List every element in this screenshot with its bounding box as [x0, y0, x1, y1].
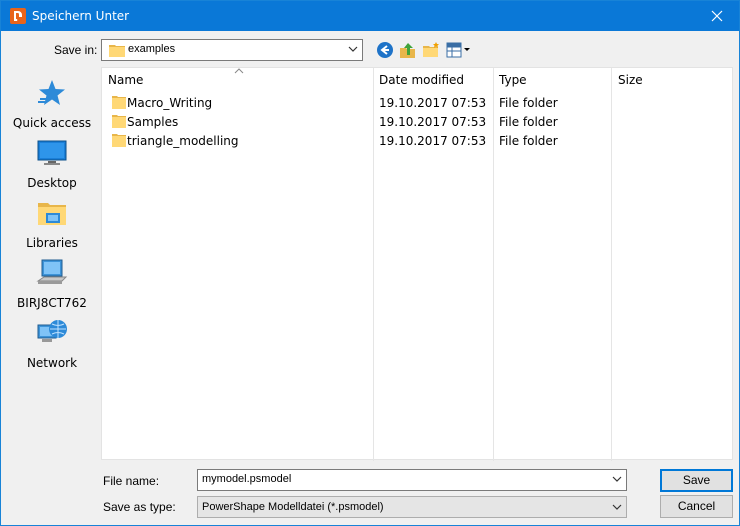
star-icon — [38, 80, 65, 105]
save-button[interactable]: Save — [660, 469, 733, 492]
column-header-name[interactable]: Name — [102, 68, 373, 92]
computer-icon — [36, 259, 68, 284]
place-libraries[interactable]: Libraries — [8, 197, 96, 255]
close-icon — [711, 10, 723, 22]
place-label: Quick access — [12, 116, 92, 130]
file-type: File folder — [499, 96, 558, 110]
up-folder-icon[interactable] — [399, 41, 417, 59]
back-icon[interactable] — [376, 41, 394, 59]
save-in-value: examples — [128, 43, 176, 55]
folder-icon — [112, 96, 126, 109]
file-row[interactable]: Macro_Writing 19.10.2017 07:53 File fold… — [102, 93, 732, 112]
place-label: BIRJ8CT762 — [17, 296, 87, 310]
file-name-value: mymodel.psmodel — [202, 473, 292, 485]
view-menu-icon[interactable] — [446, 41, 472, 59]
desktop-icon — [37, 140, 67, 165]
place-network[interactable]: Network — [8, 317, 96, 375]
place-computer[interactable]: BIRJ8CT762 — [8, 257, 96, 315]
folder-icon — [109, 45, 125, 57]
file-name-label: File name: — [103, 474, 160, 488]
column-header-date[interactable]: Date modified — [373, 68, 493, 92]
place-label: Network — [26, 356, 78, 370]
folder-icon — [112, 115, 126, 128]
file-row[interactable]: Samples 19.10.2017 07:53 File folder — [102, 112, 732, 131]
close-button[interactable] — [695, 1, 739, 31]
file-list[interactable]: Name Date modified Type Size Macro_Writi… — [101, 67, 733, 461]
save-type-value: PowerShape Modelldatei (*.psmodel) — [202, 501, 384, 513]
column-header-size[interactable]: Size — [612, 68, 722, 92]
chevron-down-icon — [348, 46, 358, 52]
save-in-label: Save in: — [54, 43, 98, 57]
file-name: Macro_Writing — [127, 96, 213, 110]
chevron-down-icon[interactable] — [612, 476, 622, 482]
file-row[interactable]: triangle_modelling 19.10.2017 07:53 File… — [102, 131, 732, 150]
new-folder-icon[interactable] — [422, 41, 440, 59]
window-title: Speichern Unter — [32, 9, 130, 23]
save-as-dialog: Speichern Unter Save in: examples Quick … — [0, 0, 740, 526]
file-date: 19.10.2017 07:53 — [379, 115, 487, 129]
network-icon — [37, 320, 67, 342]
file-name-input[interactable]: mymodel.psmodel — [197, 469, 627, 491]
file-type: File folder — [499, 115, 558, 129]
title-bar: Speichern Unter — [1, 1, 739, 31]
save-type-dropdown[interactable]: PowerShape Modelldatei (*.psmodel) — [197, 496, 627, 518]
places-bar: Quick access Desktop Libraries BIRJ8CT76… — [8, 67, 96, 517]
folder-icon — [112, 134, 126, 147]
place-quick-access[interactable]: Quick access — [8, 77, 96, 135]
file-date: 19.10.2017 07:53 — [379, 96, 487, 110]
powershape-icon — [10, 8, 26, 24]
place-label: Desktop — [27, 176, 77, 190]
chevron-down-icon — [612, 504, 622, 510]
place-label: Libraries — [26, 236, 78, 250]
cancel-button[interactable]: Cancel — [660, 495, 733, 518]
file-date: 19.10.2017 07:53 — [379, 134, 487, 148]
file-name: triangle_modelling — [127, 134, 239, 148]
place-desktop[interactable]: Desktop — [8, 137, 96, 195]
column-header-type[interactable]: Type — [493, 68, 611, 92]
file-name: Samples — [127, 115, 179, 129]
libraries-icon — [38, 203, 66, 225]
file-type: File folder — [499, 134, 558, 148]
save-type-label: Save as type: — [103, 500, 176, 514]
save-in-dropdown[interactable]: examples — [101, 39, 363, 61]
